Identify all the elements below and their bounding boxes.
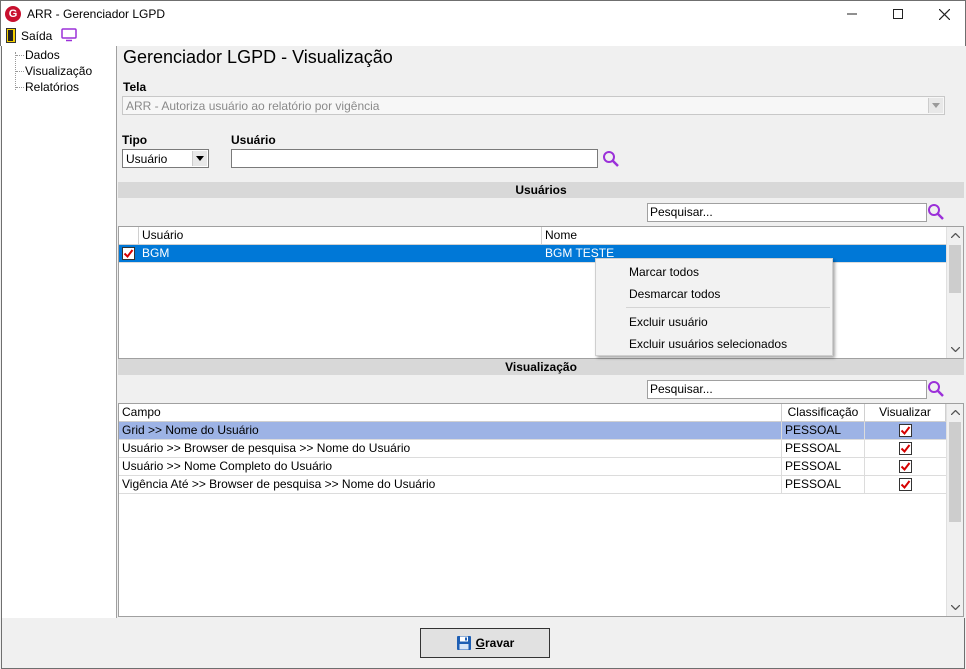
grid-header-nome[interactable]: Nome xyxy=(542,227,948,245)
context-menu: Marcar todos Desmarcar todos Excluir usu… xyxy=(595,258,833,356)
row-campo-cell: Usuário >> Browser de pesquisa >> Nome d… xyxy=(119,440,782,458)
usuarios-section-header: Usuários xyxy=(118,182,964,198)
visualizacao-grid: Campo Classificação Visualizar Grid >> N… xyxy=(118,403,964,617)
visualizacao-section-header: Visualização xyxy=(118,359,964,375)
floppy-disk-icon xyxy=(456,636,471,650)
window-title: ARR - Gerenciador LGPD xyxy=(27,7,166,21)
tela-label: Tela xyxy=(123,80,147,94)
sidebar-item-visualizacao[interactable]: Visualização xyxy=(16,64,92,80)
grid-header-visualizar[interactable]: Visualizar xyxy=(865,404,946,422)
visualizar-checkbox[interactable] xyxy=(899,424,912,437)
usuarios-grid: Usuário Nome BGM BGM TESTE xyxy=(118,226,964,359)
close-button[interactable] xyxy=(921,1,966,27)
row-checkbox[interactable] xyxy=(122,247,135,260)
scroll-up-icon[interactable] xyxy=(947,227,963,244)
scroll-down-icon[interactable] xyxy=(947,599,963,616)
usuarios-grid-scrollbar[interactable] xyxy=(946,227,963,358)
usuarios-search-input[interactable]: Pesquisar... xyxy=(647,203,927,222)
page-title: Gerenciador LGPD - Visualização xyxy=(123,47,393,67)
row-visualizar-cell xyxy=(865,458,946,476)
minimize-icon xyxy=(847,13,857,15)
check-icon xyxy=(900,480,911,490)
tela-select-value: ARR - Autoriza usuário ao relatório por … xyxy=(126,99,380,113)
visualizar-checkbox[interactable] xyxy=(899,478,912,491)
app-logo-icon: G xyxy=(5,6,21,22)
usuario-input[interactable] xyxy=(231,149,598,168)
row-campo-cell: Vigência Até >> Browser de pesquisa >> N… xyxy=(119,476,782,494)
menu-item-marcar-todos[interactable]: Marcar todos xyxy=(596,261,832,283)
check-icon xyxy=(900,444,911,454)
table-row[interactable]: Usuário >> Browser de pesquisa >> Nome d… xyxy=(119,440,946,458)
door-exit-icon[interactable] xyxy=(6,28,16,43)
tela-select[interactable]: ARR - Autoriza usuário ao relatório por … xyxy=(122,96,945,115)
minimize-button[interactable] xyxy=(829,1,875,27)
grid-header-check xyxy=(119,227,139,245)
table-row[interactable]: Vigência Até >> Browser de pesquisa >> N… xyxy=(119,476,946,494)
scroll-thumb[interactable] xyxy=(949,245,961,293)
exit-menu-item[interactable]: Saída xyxy=(21,29,52,43)
visualizacao-search-button[interactable] xyxy=(926,379,946,399)
row-visualizar-cell xyxy=(865,476,946,494)
row-classificacao-cell: PESSOAL xyxy=(782,422,865,440)
row-campo-cell: Usuário >> Nome Completo do Usuário xyxy=(119,458,782,476)
row-usuario-cell: BGM xyxy=(142,246,170,260)
visualizar-checkbox[interactable] xyxy=(899,460,912,473)
close-icon xyxy=(938,8,950,20)
usuarios-search-button[interactable] xyxy=(926,202,946,222)
magnifier-icon xyxy=(928,381,944,397)
usuario-search-button[interactable] xyxy=(601,149,621,169)
visualizar-checkbox[interactable] xyxy=(899,442,912,455)
scroll-thumb[interactable] xyxy=(949,422,961,522)
row-classificacao-cell: PESSOAL xyxy=(782,458,865,476)
save-button-label: Gravar xyxy=(475,636,515,650)
chevron-down-icon[interactable] xyxy=(928,98,943,113)
grid-header-usuario[interactable]: Usuário xyxy=(139,227,542,245)
menu-item-excluir-selecionados[interactable]: Excluir usuários selecionados xyxy=(596,333,832,355)
row-classificacao-cell: PESSOAL xyxy=(782,476,865,494)
magnifier-icon xyxy=(928,204,944,220)
tipo-select-value: Usuário xyxy=(126,152,168,166)
grid-header-campo[interactable]: Campo xyxy=(119,404,782,422)
scroll-up-icon[interactable] xyxy=(947,404,963,421)
magnifier-icon xyxy=(603,151,619,167)
row-visualizar-cell xyxy=(865,440,946,458)
chevron-down-icon[interactable] xyxy=(192,151,207,166)
check-icon xyxy=(123,249,134,259)
menu-separator xyxy=(626,307,830,308)
sidebar-item-dados[interactable]: Dados xyxy=(16,48,60,64)
tipo-label: Tipo xyxy=(122,133,148,147)
check-icon xyxy=(900,426,911,436)
maximize-icon xyxy=(893,9,903,19)
row-campo-cell: Grid >> Nome do Usuário xyxy=(119,422,782,440)
visualizacao-grid-scrollbar[interactable] xyxy=(946,404,963,616)
title-bar: G ARR - Gerenciador LGPD xyxy=(0,0,966,26)
sidebar-item-relatorios[interactable]: Relatórios xyxy=(16,80,79,96)
save-button[interactable]: Gravar xyxy=(420,628,550,658)
row-visualizar-cell xyxy=(865,422,946,440)
main-content: Gerenciador LGPD - Visualização Tela ARR… xyxy=(118,46,964,618)
sidebar-tree: Dados Visualização Relatórios xyxy=(1,46,117,618)
row-check-cell xyxy=(119,245,139,263)
scroll-down-icon[interactable] xyxy=(947,341,963,358)
monitor-icon[interactable] xyxy=(61,28,77,42)
check-icon xyxy=(900,462,911,472)
grid-header-classificacao[interactable]: Classificação xyxy=(782,404,865,422)
tipo-select[interactable]: Usuário xyxy=(122,149,209,168)
menu-item-excluir-usuario[interactable]: Excluir usuário xyxy=(596,311,832,333)
table-row[interactable]: Grid >> Nome do Usuário PESSOAL xyxy=(119,422,946,440)
row-classificacao-cell: PESSOAL xyxy=(782,440,865,458)
visualizacao-search-input[interactable]: Pesquisar... xyxy=(647,380,927,399)
footer-bar: Gravar xyxy=(1,618,965,669)
maximize-button[interactable] xyxy=(875,1,921,27)
usuario-label: Usuário xyxy=(231,133,276,147)
menu-item-desmarcar-todos[interactable]: Desmarcar todos xyxy=(596,283,832,305)
table-row[interactable]: Usuário >> Nome Completo do Usuário PESS… xyxy=(119,458,946,476)
menu-bar: Saída xyxy=(0,26,966,46)
